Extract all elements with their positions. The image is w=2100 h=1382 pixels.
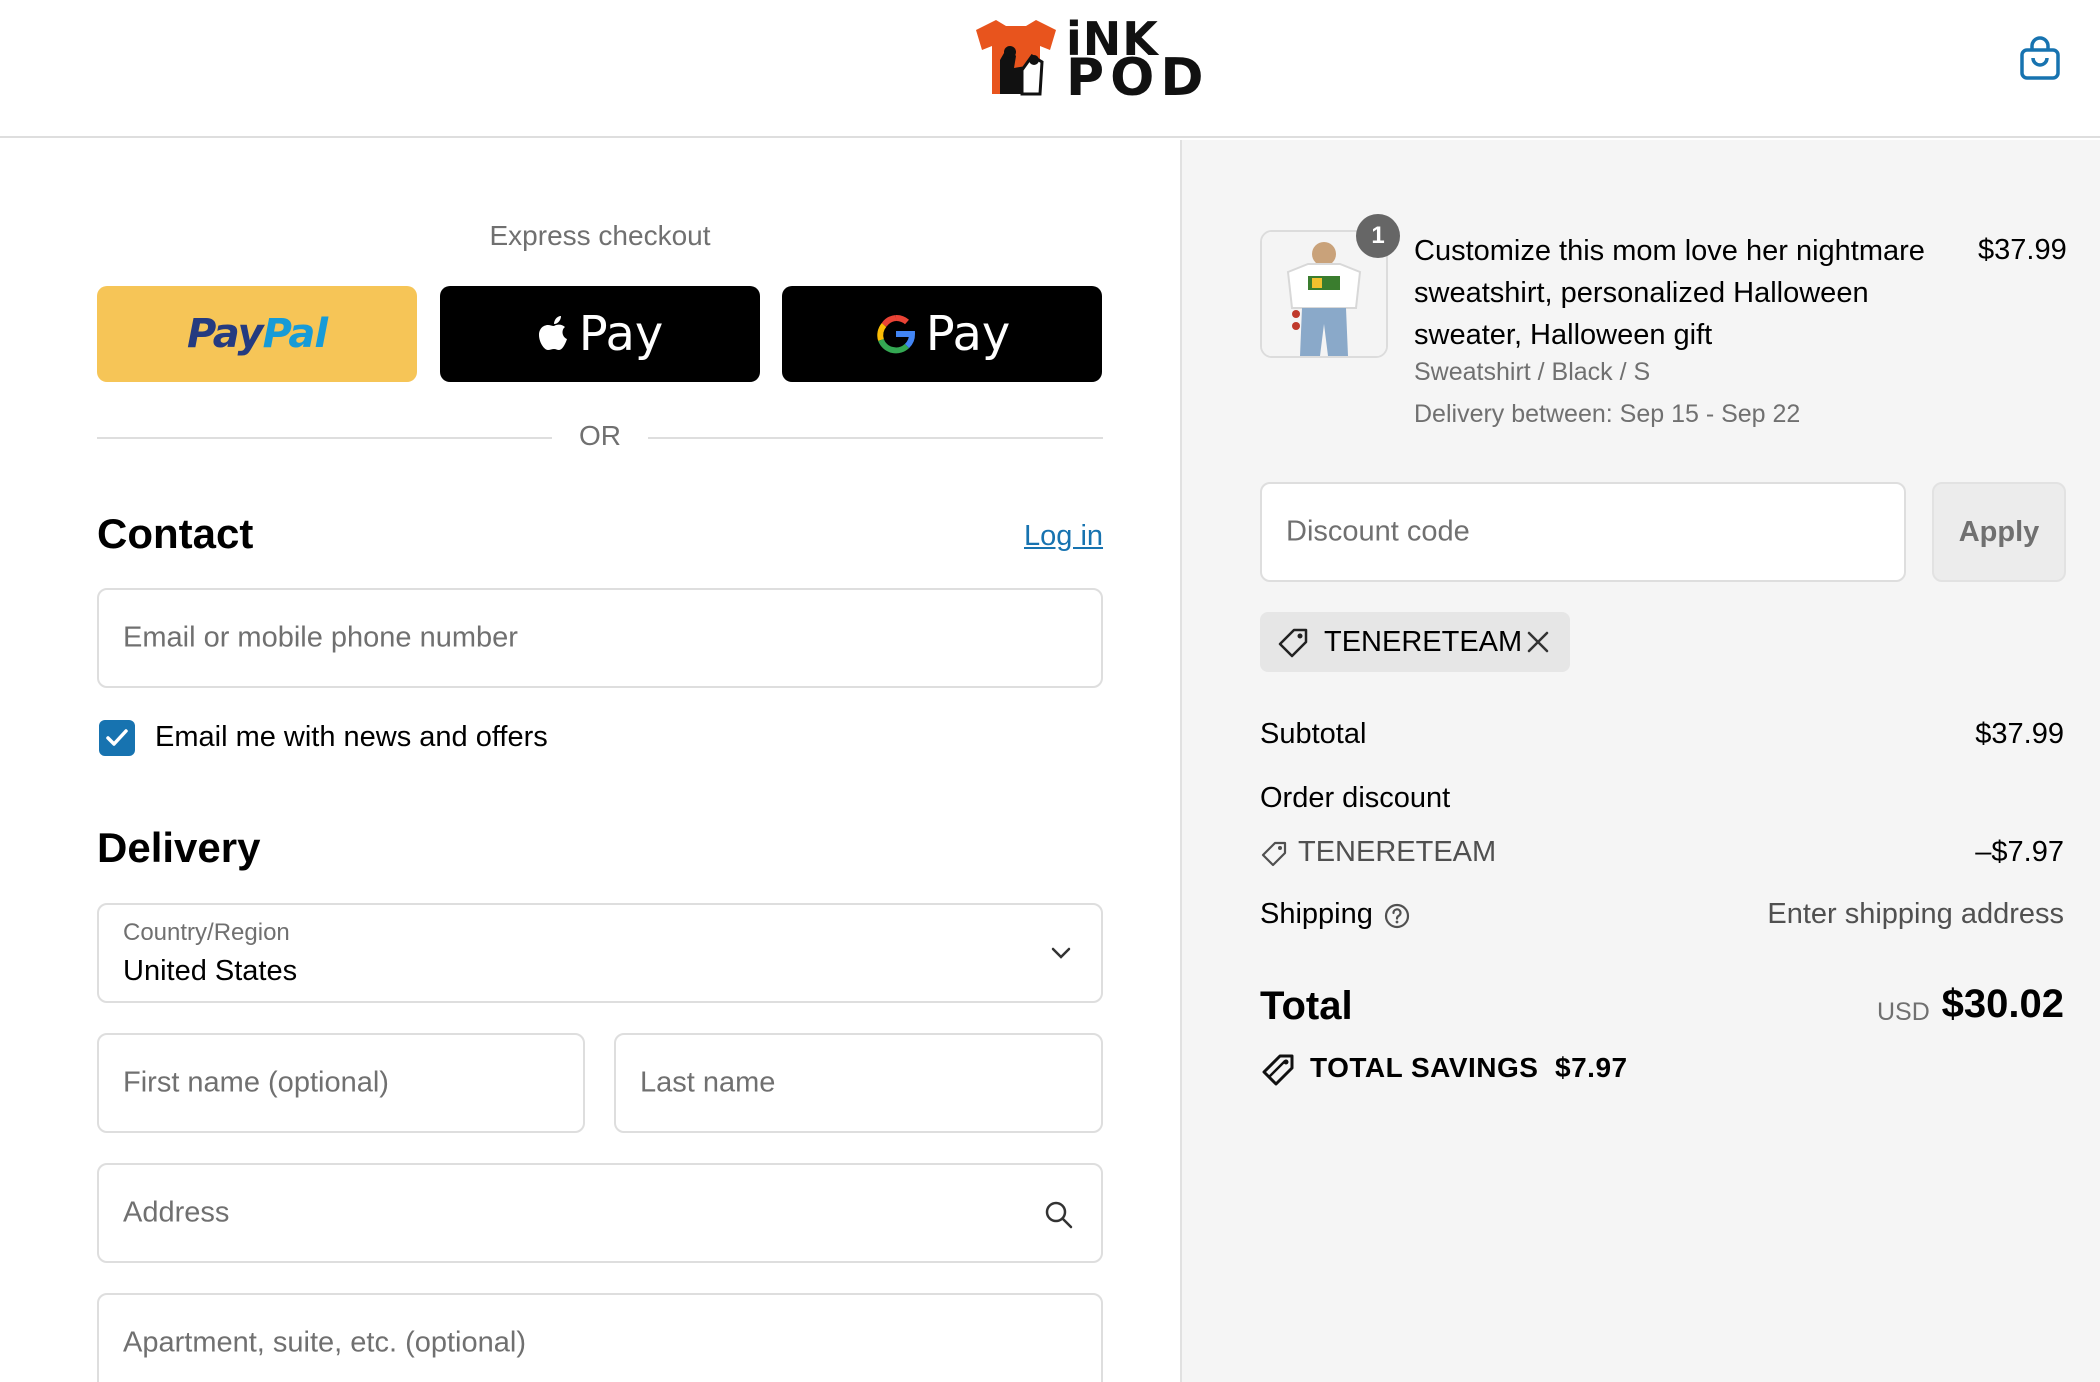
total-value: $30.02 — [1941, 982, 2064, 1026]
address-placeholder: Address — [123, 1196, 230, 1229]
apple-logo-icon — [538, 316, 567, 350]
or-divider: OR — [97, 420, 1103, 456]
quantity-badge: 1 — [1356, 214, 1400, 258]
shipping-value: Enter shipping address — [1767, 898, 2064, 930]
store-logo[interactable]: iNK POD — [970, 16, 1203, 104]
paypal-button[interactable]: PayPal — [97, 286, 417, 382]
apartment-field[interactable]: Apartment, suite, etc. (optional) — [97, 1293, 1103, 1382]
log-in-link[interactable]: Log in — [1024, 520, 1103, 553]
site-header: iNK POD — [0, 0, 2100, 138]
newsletter-checkbox[interactable] — [99, 720, 135, 756]
total-currency: USD — [1877, 998, 1930, 1026]
address-field[interactable]: Address — [97, 1163, 1103, 1263]
paypal-pal-text: Pal — [262, 311, 328, 357]
order-discount-label: Order discount — [1260, 782, 1451, 814]
google-logo-icon — [877, 315, 915, 354]
savings-tag-icon — [1262, 1054, 1294, 1086]
apartment-placeholder: Apartment, suite, etc. (optional) — [123, 1326, 526, 1359]
discount-value: –$7.97 — [1975, 836, 2064, 868]
email-field[interactable]: Email or mobile phone number — [97, 588, 1103, 688]
google-pay-label: Pay — [925, 306, 1011, 362]
contact-title: Contact — [97, 510, 254, 557]
search-icon — [1045, 1201, 1073, 1229]
subtotal-value: $37.99 — [1975, 718, 2064, 750]
or-text: OR — [579, 420, 621, 451]
apply-button[interactable]: Apply — [1932, 482, 2066, 582]
country-select[interactable]: Country/Region United States — [97, 903, 1103, 1003]
applied-discount-chip: TENERETEAM — [1260, 612, 1570, 672]
help-icon[interactable] — [1383, 902, 1411, 930]
subtotal-label: Subtotal — [1260, 718, 1367, 750]
shipping-label: Shipping — [1260, 898, 1373, 930]
shopping-bag-icon[interactable] — [2018, 36, 2062, 82]
checkout-form-panel: Express checkout PayPal Pay Pay OR Conta… — [0, 140, 1180, 1382]
checkmark-icon — [106, 729, 128, 746]
logo-shirt-icon — [976, 20, 1056, 96]
last-name-field[interactable]: Last name — [614, 1033, 1103, 1133]
discount-tag-icon — [1261, 841, 1287, 867]
discount-code-text: TENERETEAM — [1298, 836, 1497, 868]
product-title: Customize this mom love her nightmare sw… — [1414, 235, 1925, 351]
google-pay-button[interactable]: Pay — [782, 286, 1102, 382]
discount-placeholder: Discount code — [1286, 515, 1470, 548]
country-label: Country/Region — [123, 919, 290, 946]
country-value: United States — [123, 955, 298, 987]
express-checkout-title: Express checkout — [489, 220, 711, 251]
logo-text-bottom: POD — [1066, 48, 1210, 108]
total-label: Total — [1260, 984, 1353, 1028]
newsletter-label: Email me with news and offers — [155, 721, 548, 753]
product-price: $37.99 — [1978, 234, 2067, 266]
first-name-field[interactable]: First name (optional) — [97, 1033, 585, 1133]
paypal-pay-text: Pay — [186, 311, 264, 357]
applied-code-text: TENERETEAM — [1324, 626, 1523, 658]
delivery-title: Delivery — [97, 824, 261, 871]
email-placeholder: Email or mobile phone number — [123, 621, 518, 654]
product-variant: Sweatshirt / Black / S — [1414, 358, 1651, 386]
savings-value: $7.97 — [1555, 1052, 1628, 1083]
total-savings: TOTAL SAVINGS $7.97 — [1310, 1052, 1628, 1084]
first-name-placeholder: First name (optional) — [123, 1066, 389, 1099]
order-summary-panel: 1 Customize this mom love her nightmare … — [1180, 140, 2100, 1382]
apple-pay-label: Pay — [578, 306, 664, 362]
chevron-down-icon — [1051, 947, 1071, 959]
savings-label: TOTAL SAVINGS — [1310, 1052, 1539, 1083]
tag-icon — [1278, 628, 1308, 658]
last-name-placeholder: Last name — [640, 1066, 776, 1099]
close-icon[interactable] — [1524, 628, 1552, 656]
discount-code-input[interactable]: Discount code — [1260, 482, 1906, 582]
delivery-estimate: Delivery between: Sep 15 - Sep 22 — [1414, 400, 1801, 428]
apple-pay-button[interactable]: Pay — [440, 286, 760, 382]
